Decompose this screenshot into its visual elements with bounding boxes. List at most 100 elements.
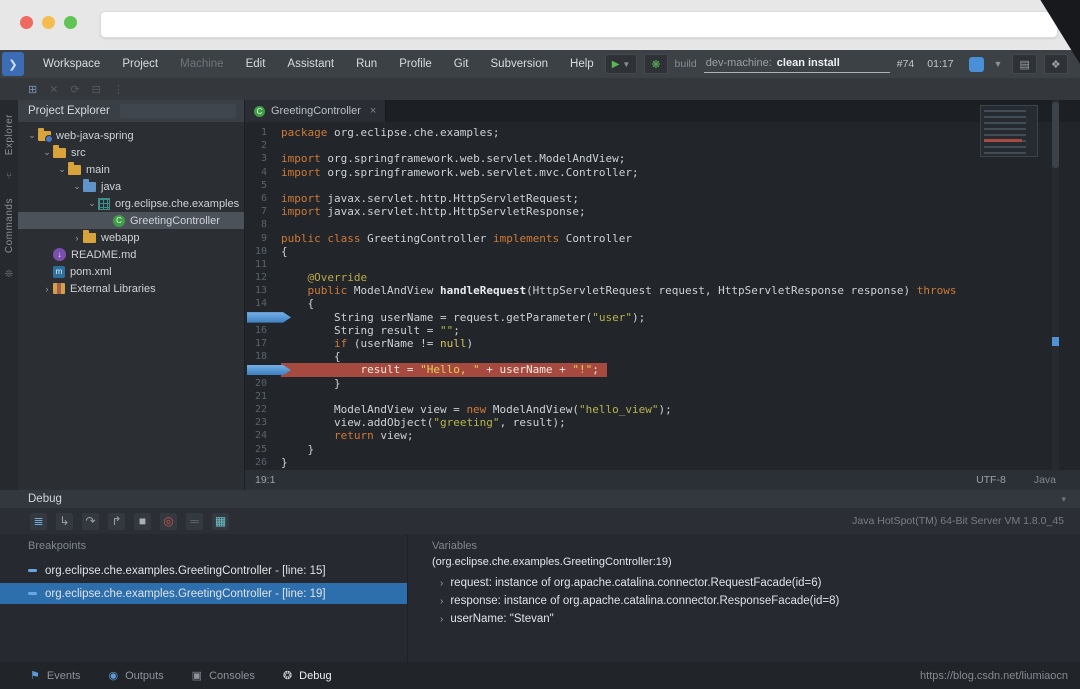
debug-panel-header[interactable]: Debug ▾ (0, 490, 1080, 508)
editor-scrollbar[interactable] (1052, 100, 1059, 490)
step-over-icon[interactable]: ↷ (82, 513, 99, 530)
variable-row[interactable]: ›response: instance of org.apache.catali… (432, 592, 1080, 610)
chevron-down-icon[interactable]: ▼ (991, 59, 1006, 69)
collapse-panel-icon[interactable]: ▾ (1061, 494, 1066, 505)
code-line: 13 public ModelAndView handleRequest(Htt… (245, 284, 1080, 297)
code-text: } (281, 377, 341, 390)
tree-item-main[interactable]: ⌄main (18, 161, 244, 178)
zoom-window-button[interactable] (64, 16, 77, 29)
command-selector[interactable]: dev-machine: clean install (704, 55, 890, 73)
tab-explorer[interactable]: Explorer (4, 114, 15, 155)
menu-item-workspace[interactable]: Workspace (32, 58, 111, 70)
disconnect-icon[interactable]: ◎ (160, 513, 177, 530)
processes-icon[interactable]: ❊ (5, 269, 13, 280)
tab-events[interactable]: ⚑Events (30, 669, 81, 682)
editor-status-bar: 19:1 UTF-8 Java (245, 470, 1080, 490)
menu-item-git[interactable]: Git (443, 58, 480, 70)
class-icon: C (113, 215, 125, 227)
minimize-window-button[interactable] (42, 16, 55, 29)
menu-item-assistant[interactable]: Assistant (276, 58, 345, 70)
minimap[interactable] (980, 105, 1038, 157)
tree-item-external-libraries[interactable]: ›External Libraries (18, 280, 244, 297)
cursor-position: 19:1 (255, 474, 275, 486)
tree-item-src[interactable]: ⌄src (18, 144, 244, 161)
tab-label: Debug (299, 670, 331, 682)
tab-greetingcontroller[interactable]: C GreetingController × (245, 100, 386, 122)
line-number: 22 (245, 403, 281, 416)
menu-item-help[interactable]: Help (559, 58, 605, 70)
perspective-switch-button[interactable]: ❖ (1044, 54, 1068, 74)
keyboard-shortcuts-button[interactable]: ▤ (1012, 54, 1036, 74)
tree-item-java[interactable]: ⌄java (18, 178, 244, 195)
tree-item-readme-md[interactable]: ↓README.md (18, 246, 244, 263)
code-text: if (userName != null) (281, 337, 473, 350)
variable-row[interactable]: ›request: instance of org.apache.catalin… (432, 574, 1080, 592)
tree-caret-icon[interactable]: ⌄ (26, 130, 38, 141)
tree-caret-icon[interactable]: › (71, 233, 83, 243)
menu-item-edit[interactable]: Edit (235, 58, 277, 70)
eclipse-che-ide: ❯ WorkspaceProjectMachineEditAssistantRu… (0, 0, 1080, 689)
refresh-icon[interactable]: ⟳ (70, 83, 79, 96)
scrollbar-thumb[interactable] (1052, 102, 1059, 168)
line-number: 2 (245, 139, 281, 152)
chevron-right-icon[interactable]: › (440, 578, 443, 589)
debug-panel-title: Debug (28, 493, 62, 505)
close-window-button[interactable] (20, 16, 33, 29)
close-icon[interactable]: × (370, 105, 376, 117)
stop-process-button[interactable] (969, 57, 984, 72)
step-into-icon[interactable]: ↳ (56, 513, 73, 530)
close-icon[interactable]: ✕ (49, 83, 58, 96)
step-out-icon[interactable]: ↱ (108, 513, 125, 530)
line-number: 3 (245, 152, 281, 165)
tree-caret-icon[interactable]: ⌄ (86, 198, 98, 209)
breakpoint-row[interactable]: org.eclipse.che.examples.GreetingControl… (0, 583, 407, 604)
git-branch-icon[interactable]: ⑂ (6, 171, 12, 182)
more-icon[interactable]: ⋮ (113, 83, 124, 96)
tree-item-org-eclipse-che-examples[interactable]: ⌄org.eclipse.che.examples (18, 195, 244, 212)
tree-item-pom-xml[interactable]: mpom.xml (18, 263, 244, 280)
code-area[interactable]: 1package org.eclipse.che.examples;23impo… (245, 122, 1080, 470)
tree-caret-icon[interactable]: ⌄ (71, 181, 83, 192)
variables-context: (org.eclipse.che.examples.GreetingContro… (432, 552, 1080, 568)
menu-item-profile[interactable]: Profile (388, 58, 443, 70)
breakpoint-arrow-icon[interactable] (247, 312, 291, 323)
mute-breakpoints-icon[interactable]: ═ (186, 513, 203, 530)
tree-caret-icon[interactable]: › (41, 284, 53, 294)
code-line: 19 result = "Hello, " + userName + "!"; (245, 363, 1080, 376)
vm-label: Java HotSpot(TM) 64-Bit Server VM 1.8.0_… (852, 515, 1080, 527)
tree-item-greetingcontroller[interactable]: CGreetingController (18, 212, 244, 229)
line-number: 23 (245, 416, 281, 429)
tab-outputs[interactable]: ◉Outputs (109, 669, 164, 682)
menu-item-run[interactable]: Run (345, 58, 388, 70)
code-line: 17 if (userName != null) (245, 337, 1080, 350)
command-name: clean install (777, 57, 840, 69)
code-text: { (281, 350, 341, 363)
evaluate-expression-icon[interactable]: ▦ (212, 513, 229, 530)
chevron-right-icon[interactable]: › (440, 614, 443, 625)
collapse-icon[interactable]: ⊟ (92, 83, 101, 96)
stop-icon[interactable]: ■ (134, 513, 151, 530)
tab-consoles[interactable]: ▣Consoles (192, 669, 255, 682)
tree-caret-icon[interactable]: ⌄ (56, 164, 68, 175)
code-text: } (281, 443, 314, 456)
run-button[interactable]: ▶ ▼ (605, 54, 638, 74)
menu-item-machine[interactable]: Machine (169, 58, 234, 70)
tree-caret-icon[interactable]: ⌄ (41, 147, 53, 158)
menu-item-subversion[interactable]: Subversion (480, 58, 560, 70)
resume-icon[interactable]: ≣ (30, 513, 47, 530)
debug-button[interactable]: ❋ (644, 54, 667, 74)
breakpoint-row[interactable]: org.eclipse.che.examples.GreetingControl… (0, 560, 407, 581)
line-number: 16 (245, 324, 281, 337)
tab-commands[interactable]: Commands (4, 198, 15, 253)
tree-item-webapp[interactable]: ›webapp (18, 229, 244, 246)
scrollbar-current-line-marker[interactable] (1052, 337, 1059, 346)
open-project-icon[interactable]: ⊞ (28, 83, 37, 96)
address-bar[interactable] (100, 11, 1058, 38)
breakpoint-arrow-icon[interactable] (247, 365, 291, 376)
chevron-right-icon[interactable]: › (440, 596, 443, 607)
tab-debug[interactable]: ❂Debug (283, 669, 332, 682)
variable-row[interactable]: ›userName: "Stevan" (432, 610, 1080, 628)
menu-item-project[interactable]: Project (111, 58, 169, 70)
che-logo-icon[interactable]: ❯ (2, 52, 24, 76)
tree-item-web-java-spring[interactable]: ⌄web-java-spring (18, 127, 244, 144)
